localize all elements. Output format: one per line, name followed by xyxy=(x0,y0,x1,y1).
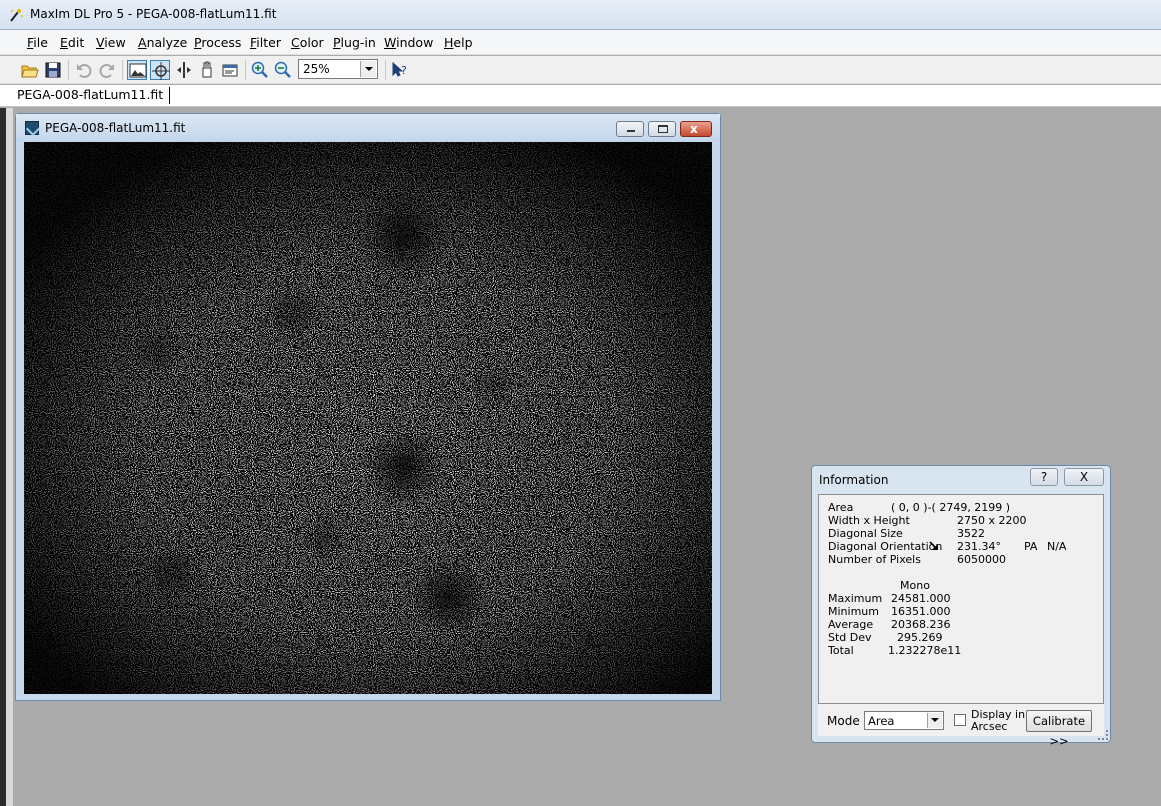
svg-text:?: ? xyxy=(401,64,407,77)
resize-grip-icon[interactable] xyxy=(1098,730,1108,740)
close-icon: x xyxy=(690,122,698,136)
menu-filter[interactable]: Filter xyxy=(250,35,281,50)
app-title: MaxIm DL Pro 5 - PEGA-008-flatLum11.fit xyxy=(30,7,277,21)
area-value: ( 0, 0 )-( 2749, 2199 ) xyxy=(891,501,1011,514)
pa-label: PA xyxy=(1024,540,1038,553)
image-document-icon xyxy=(25,121,39,135)
menu-edit[interactable]: Edit xyxy=(60,35,84,50)
document-tab-strip: PEGA-008-flatLum11.fit xyxy=(0,85,1161,107)
pa-value: N/A xyxy=(1047,540,1067,553)
information-window-title: Information xyxy=(819,473,889,487)
hand-icon[interactable] xyxy=(197,60,217,80)
maximum-value: 24581.000 xyxy=(891,592,951,605)
std-dev-label: Std Dev xyxy=(828,631,872,644)
diagonal-size-label: Diagonal Size xyxy=(828,527,903,540)
zoom-out-icon[interactable] xyxy=(273,60,293,80)
information-window: Information ? X Area ( 0, 0 )-( 2749, 21… xyxy=(811,465,1111,748)
menu-window[interactable]: Window xyxy=(384,35,433,50)
display-in-arcsec-label: Display in Arcsec xyxy=(971,708,1026,733)
zoom-level-combo[interactable]: 25% xyxy=(298,59,378,79)
maximize-button[interactable] xyxy=(648,121,676,137)
document-tab[interactable]: PEGA-008-flatLum11.fit xyxy=(17,87,171,104)
info-icon[interactable] xyxy=(220,60,240,80)
zoom-in-icon[interactable] xyxy=(250,60,270,80)
area-label: Area xyxy=(828,501,854,514)
maximum-label: Maximum xyxy=(828,592,883,605)
redo-icon[interactable] xyxy=(97,60,117,80)
crosshair-icon[interactable] xyxy=(150,60,170,80)
toolbar-separator xyxy=(122,60,123,80)
information-controls: Mode Area Display in Arcsec Calibrate >> xyxy=(818,704,1104,748)
image-window-titlebar[interactable]: PEGA-008-flatLum11.fit x xyxy=(16,114,720,142)
flat-field-image[interactable] xyxy=(24,142,712,694)
toolbar-separator xyxy=(385,60,386,80)
menu-color[interactable]: Color xyxy=(291,35,324,50)
left-edge-frame xyxy=(6,108,13,806)
chevron-down-icon[interactable] xyxy=(360,61,376,77)
help-button[interactable]: ? xyxy=(1030,468,1058,486)
number-of-pixels-label: Number of Pixels xyxy=(828,553,921,566)
context-help-icon[interactable]: ? xyxy=(390,60,410,80)
split-icon[interactable] xyxy=(174,60,194,80)
zoom-level-value: 25% xyxy=(303,62,330,76)
width-height-label: Width x Height xyxy=(828,514,910,527)
arrow-down-right-icon xyxy=(929,541,939,554)
calibrate-button[interactable]: Calibrate >> xyxy=(1026,710,1092,748)
maxim-app-icon xyxy=(8,7,24,23)
std-dev-value: 295.269 xyxy=(897,631,943,644)
number-of-pixels-value: 6050000 xyxy=(957,553,1006,566)
maximize-icon xyxy=(658,125,668,133)
menu-help[interactable]: Help xyxy=(444,35,473,50)
mode-label: Mode xyxy=(827,714,860,728)
menu-file[interactable]: File xyxy=(27,35,48,50)
information-text: Area ( 0, 0 )-( 2749, 2199 ) Width x Hei… xyxy=(828,501,1098,701)
diagonal-orientation-label: Diagonal Orientation xyxy=(828,540,943,553)
minimum-label: Minimum xyxy=(828,605,879,618)
close-button[interactable]: X xyxy=(1064,468,1104,486)
minimize-icon xyxy=(627,130,635,132)
minimize-button[interactable] xyxy=(616,121,644,137)
toolbar-separator xyxy=(68,60,69,80)
mono-column-header: Mono xyxy=(900,579,930,592)
width-height-value: 2750 x 2200 xyxy=(957,514,1027,527)
screen-stretch-icon[interactable] xyxy=(127,60,147,80)
menu-bar: File Edit View Analyze Process Filter Co… xyxy=(0,30,1161,55)
display-in-arcsec-checkbox[interactable] xyxy=(954,714,966,726)
save-icon[interactable] xyxy=(43,60,63,80)
diagonal-size-value: 3522 xyxy=(957,527,985,540)
mode-select[interactable]: Area xyxy=(864,711,944,730)
minimum-value: 16351.000 xyxy=(891,605,951,618)
toolbar: ? xyxy=(0,56,1161,84)
menu-view[interactable]: View xyxy=(96,35,126,50)
app-titlebar: MaxIm DL Pro 5 - PEGA-008-flatLum11.fit xyxy=(0,0,1161,30)
toolbar-separator xyxy=(245,60,246,80)
image-window-title: PEGA-008-flatLum11.fit xyxy=(45,121,186,135)
open-icon[interactable] xyxy=(20,60,40,80)
close-button[interactable]: x xyxy=(680,121,712,137)
total-label: Total xyxy=(828,644,854,657)
chevron-down-icon[interactable] xyxy=(927,713,942,728)
average-label: Average xyxy=(828,618,874,631)
flat-field-noise xyxy=(24,142,712,694)
image-window: PEGA-008-flatLum11.fit x xyxy=(15,113,721,701)
menu-analyze[interactable]: Analyze xyxy=(138,35,187,50)
average-value: 20368.236 xyxy=(891,618,951,631)
undo-icon[interactable] xyxy=(74,60,94,80)
mode-select-value: Area xyxy=(868,714,895,728)
menu-plug-in[interactable]: Plug-in xyxy=(333,35,376,50)
total-value: 1.232278e11 xyxy=(888,644,962,657)
menu-process[interactable]: Process xyxy=(194,35,241,50)
information-panel: Area ( 0, 0 )-( 2749, 2199 ) Width x Hei… xyxy=(818,494,1104,704)
diagonal-orientation-value: 231.34° xyxy=(957,540,1001,553)
